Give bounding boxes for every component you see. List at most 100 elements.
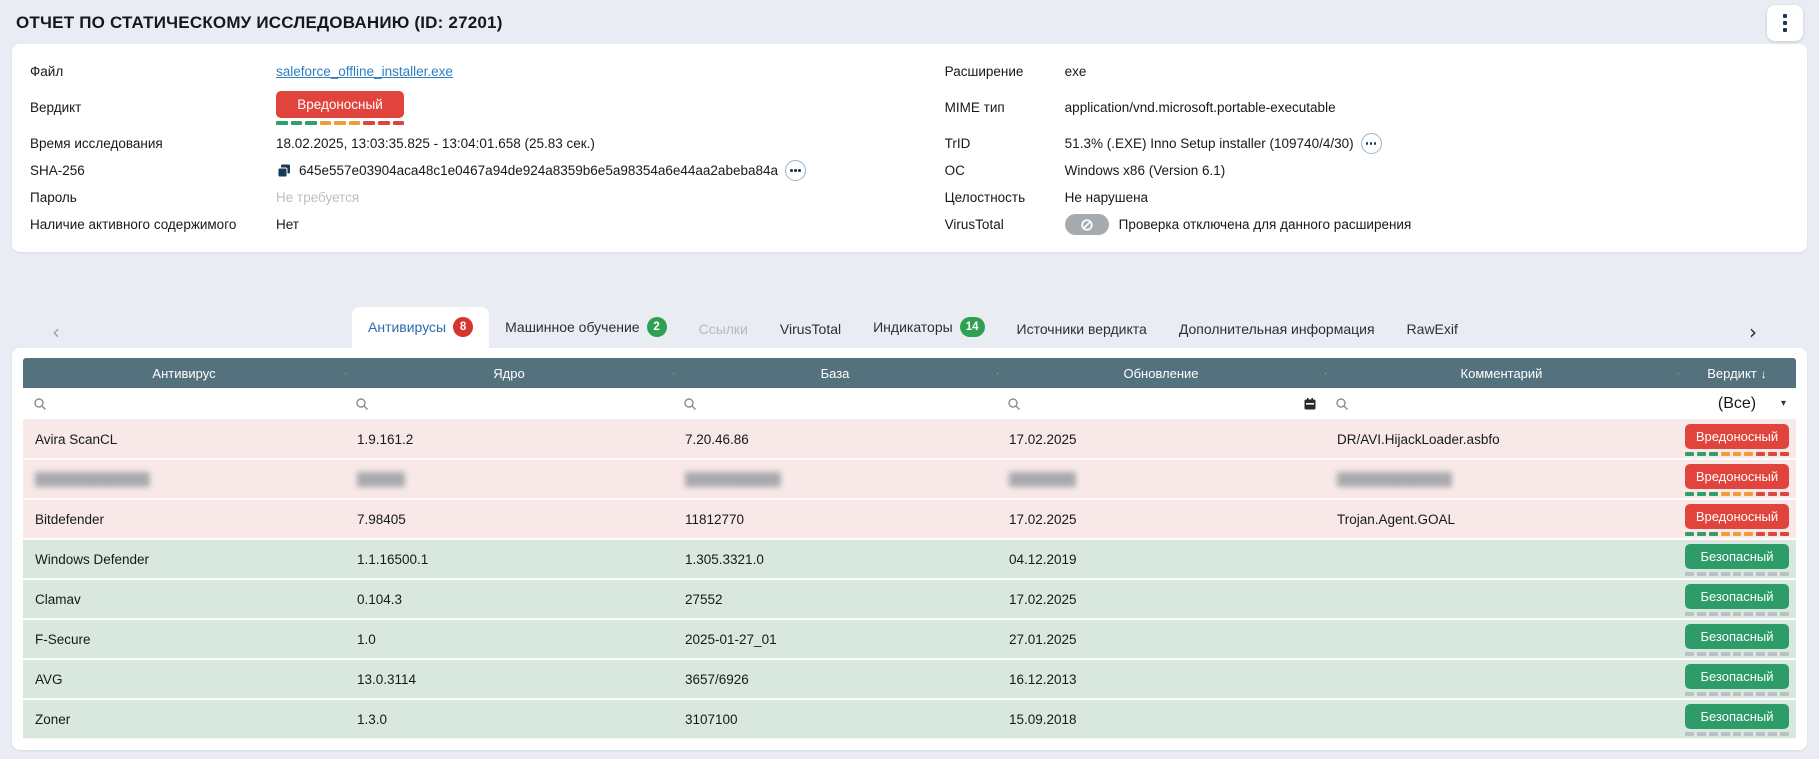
trid-more-button[interactable] xyxy=(1361,133,1382,154)
cell-update: 17.02.2025 xyxy=(997,432,1325,447)
cell-verdict: Безопасный xyxy=(1678,621,1796,658)
topbar: ОТЧЕТ ПО СТАТИЧЕСКОМУ ИССЛЕДОВАНИЮ (ID: … xyxy=(0,0,1819,44)
table-row: Avira ScanCL1.9.161.27.20.46.8617.02.202… xyxy=(23,420,1796,460)
calendar-button[interactable] xyxy=(1303,397,1317,411)
os-row: ОС Windows x86 (Version 6.1) xyxy=(945,157,1789,184)
verdict-severity-scale xyxy=(1685,652,1789,656)
calendar-icon xyxy=(1303,397,1317,411)
table-header-row: Антивирус Ядро База Обновление Комментар… xyxy=(23,358,1796,388)
tabs-scroll-left-button[interactable]: ‹ xyxy=(52,322,60,342)
os-value: Windows x86 (Version 6.1) xyxy=(1065,163,1226,178)
cell-antivirus: Zoner xyxy=(23,712,345,727)
verdict-badge: Вредоносный xyxy=(1685,424,1789,449)
kebab-menu-button[interactable] xyxy=(1767,5,1803,41)
cell-verdict: Безопасный xyxy=(1678,661,1796,698)
cell-update: 27.01.2025 xyxy=(997,632,1325,647)
analysis-time-row: Время исследования 18.02.2025, 13:03:35.… xyxy=(30,130,945,157)
column-header-update[interactable]: Обновление xyxy=(997,366,1325,381)
verdict-severity-scale xyxy=(1685,452,1789,456)
column-header-comment[interactable]: Комментарий xyxy=(1325,366,1678,381)
tab-verdict-sources[interactable]: Источники вердикта xyxy=(1001,311,1163,348)
antivirus-table: Антивирус Ядро База Обновление Комментар… xyxy=(23,358,1796,740)
tab-additional-info[interactable]: Дополнительная информация xyxy=(1163,311,1391,348)
cell-engine: 1.3.0 xyxy=(345,712,673,727)
cell-comment: ████████████ xyxy=(1325,472,1678,487)
verdict-severity-scale xyxy=(1685,532,1789,536)
verdict-badge: Вредоносный xyxy=(276,91,404,118)
cell-verdict: Безопасный xyxy=(1678,581,1796,618)
filter-engine xyxy=(345,388,673,419)
cell-engine: 1.0 xyxy=(345,632,673,647)
info-right-column: Расширение exe MIME тип application/vnd.… xyxy=(945,58,1789,238)
filter-comment-input[interactable] xyxy=(1355,396,1668,411)
cell-update: 17.02.2025 xyxy=(997,512,1325,527)
active-content-row: Наличие активного содержимого Нет xyxy=(30,211,945,238)
column-header-engine[interactable]: Ядро xyxy=(345,366,673,381)
sort-descending-icon: ↓ xyxy=(1761,367,1767,381)
table-row: ████████████████████████████████████████… xyxy=(23,460,1796,500)
virustotal-disabled-badge xyxy=(1065,214,1109,235)
tab-indicators[interactable]: Индикаторы14 xyxy=(857,307,1000,348)
cell-base: 7.20.46.86 xyxy=(673,432,997,447)
mime-value: application/vnd.microsoft.portable-execu… xyxy=(1065,100,1336,115)
tabs-scroll-right-button[interactable]: › xyxy=(1749,322,1757,342)
virustotal-row: VirusTotal Проверка отключена для данног… xyxy=(945,211,1789,238)
file-label: Файл xyxy=(30,64,276,79)
tabs-bar: ‹ Антивирусы8Машинное обучение2 Ссылки Vir… xyxy=(0,310,1819,348)
cell-antivirus: Windows Defender xyxy=(23,552,345,567)
integrity-value: Не нарушена xyxy=(1065,190,1148,205)
tab-label: VirusTotal xyxy=(780,321,841,337)
password-value: Не требуется xyxy=(276,190,359,205)
verdict-badge: Вредоносный xyxy=(1685,504,1789,529)
filter-antivirus xyxy=(23,388,345,419)
file-info-card: Файл saleforce_offline_installer.exe Вер… xyxy=(12,44,1807,252)
tab-rawexif[interactable]: RawExif xyxy=(1391,311,1474,348)
search-icon xyxy=(355,397,369,411)
filter-antivirus-input[interactable] xyxy=(53,396,335,411)
trid-row: TrID 51.3% (.EXE) Inno Setup installer (… xyxy=(945,130,1789,157)
file-name-link[interactable]: saleforce_offline_installer.exe xyxy=(276,64,453,79)
verdict-badge: Безопасный xyxy=(1685,664,1789,689)
table-row: F-Secure1.02025-01-27_0127.01.2025Безопа… xyxy=(23,620,1796,660)
column-header-verdict[interactable]: Вердикт↓ xyxy=(1678,366,1796,381)
filter-verdict-dropdown[interactable]: (Все) ▾ xyxy=(1678,388,1796,419)
cell-update: ███████ xyxy=(997,472,1325,487)
cell-comment: Trojan.Agent.GOAL xyxy=(1325,512,1678,527)
verdict-severity-scale xyxy=(1685,492,1789,496)
filter-base-input[interactable] xyxy=(703,396,987,411)
search-icon xyxy=(33,397,47,411)
sha256-label: SHA-256 xyxy=(30,163,276,178)
verdict-badge: Безопасный xyxy=(1685,624,1789,649)
tab-antiviruses[interactable]: Антивирусы8 xyxy=(352,307,489,348)
verdict-badge: Безопасный xyxy=(1685,544,1789,569)
cell-verdict: Вредоносный xyxy=(1678,461,1796,498)
filter-update-input[interactable] xyxy=(1027,396,1315,411)
filter-engine-input[interactable] xyxy=(375,396,663,411)
table-row: AVG13.0.31143657/692616.12.2013Безопасны… xyxy=(23,660,1796,700)
copy-icon[interactable] xyxy=(276,163,292,179)
sha256-more-button[interactable] xyxy=(785,160,806,181)
integrity-label: Целостность xyxy=(945,190,1065,205)
column-header-base[interactable]: База xyxy=(673,366,997,381)
tab-label: Дополнительная информация xyxy=(1179,321,1375,337)
analysis-time-label: Время исследования xyxy=(30,136,276,151)
cell-update: 15.09.2018 xyxy=(997,712,1325,727)
tab-virustotal[interactable]: VirusTotal xyxy=(764,311,857,348)
column-header-antivirus[interactable]: Антивирус xyxy=(23,366,345,381)
cell-comment: DR/AVI.HijackLoader.asbfo xyxy=(1325,432,1678,447)
tab-label: Ссылки xyxy=(699,321,748,337)
search-icon xyxy=(683,397,697,411)
tab-count-badge: 2 xyxy=(647,317,667,337)
tab-machine-learning[interactable]: Машинное обучение2 xyxy=(489,307,683,348)
verdict-badge: Безопасный xyxy=(1685,704,1789,729)
sha256-row: SHA-256 645e557e03904aca48c1e0467a94de92… xyxy=(30,157,945,184)
password-row: Пароль Не требуется xyxy=(30,184,945,211)
os-label: ОС xyxy=(945,163,1065,178)
cell-verdict: Вредоносный xyxy=(1678,421,1796,458)
table-body: Avira ScanCL1.9.161.27.20.46.8617.02.202… xyxy=(23,420,1796,740)
trid-value: 51.3% (.EXE) Inno Setup installer (10974… xyxy=(1065,136,1354,151)
tab-links[interactable]: Ссылки xyxy=(683,311,764,348)
table-row: Clamav0.104.32755217.02.2025Безопасный xyxy=(23,580,1796,620)
page-title: ОТЧЕТ ПО СТАТИЧЕСКОМУ ИССЛЕДОВАНИЮ (ID: … xyxy=(16,13,503,33)
tab-count-badge: 8 xyxy=(453,317,473,337)
